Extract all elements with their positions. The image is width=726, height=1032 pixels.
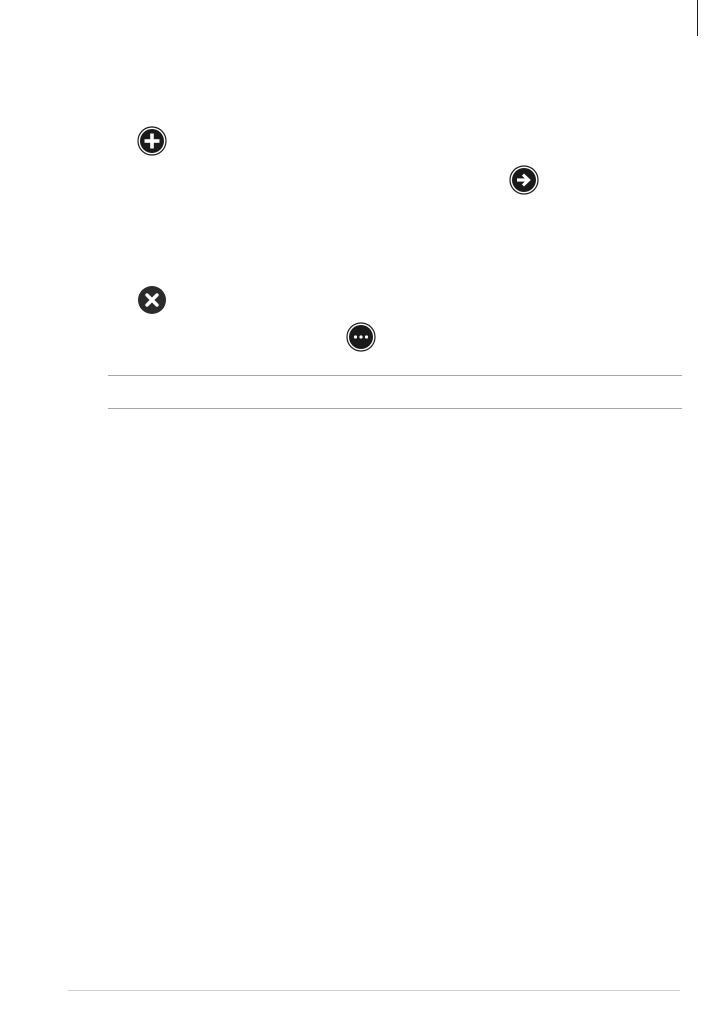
table-top-rule — [108, 375, 682, 376]
arrow-right-circle-icon — [509, 165, 539, 195]
x-circle-icon — [137, 285, 167, 315]
footer-rule — [68, 990, 680, 991]
crop-mark — [697, 0, 698, 36]
table-bottom-rule — [108, 408, 682, 409]
ellipsis-circle-icon — [346, 322, 376, 352]
plus-circle-icon — [137, 126, 167, 156]
